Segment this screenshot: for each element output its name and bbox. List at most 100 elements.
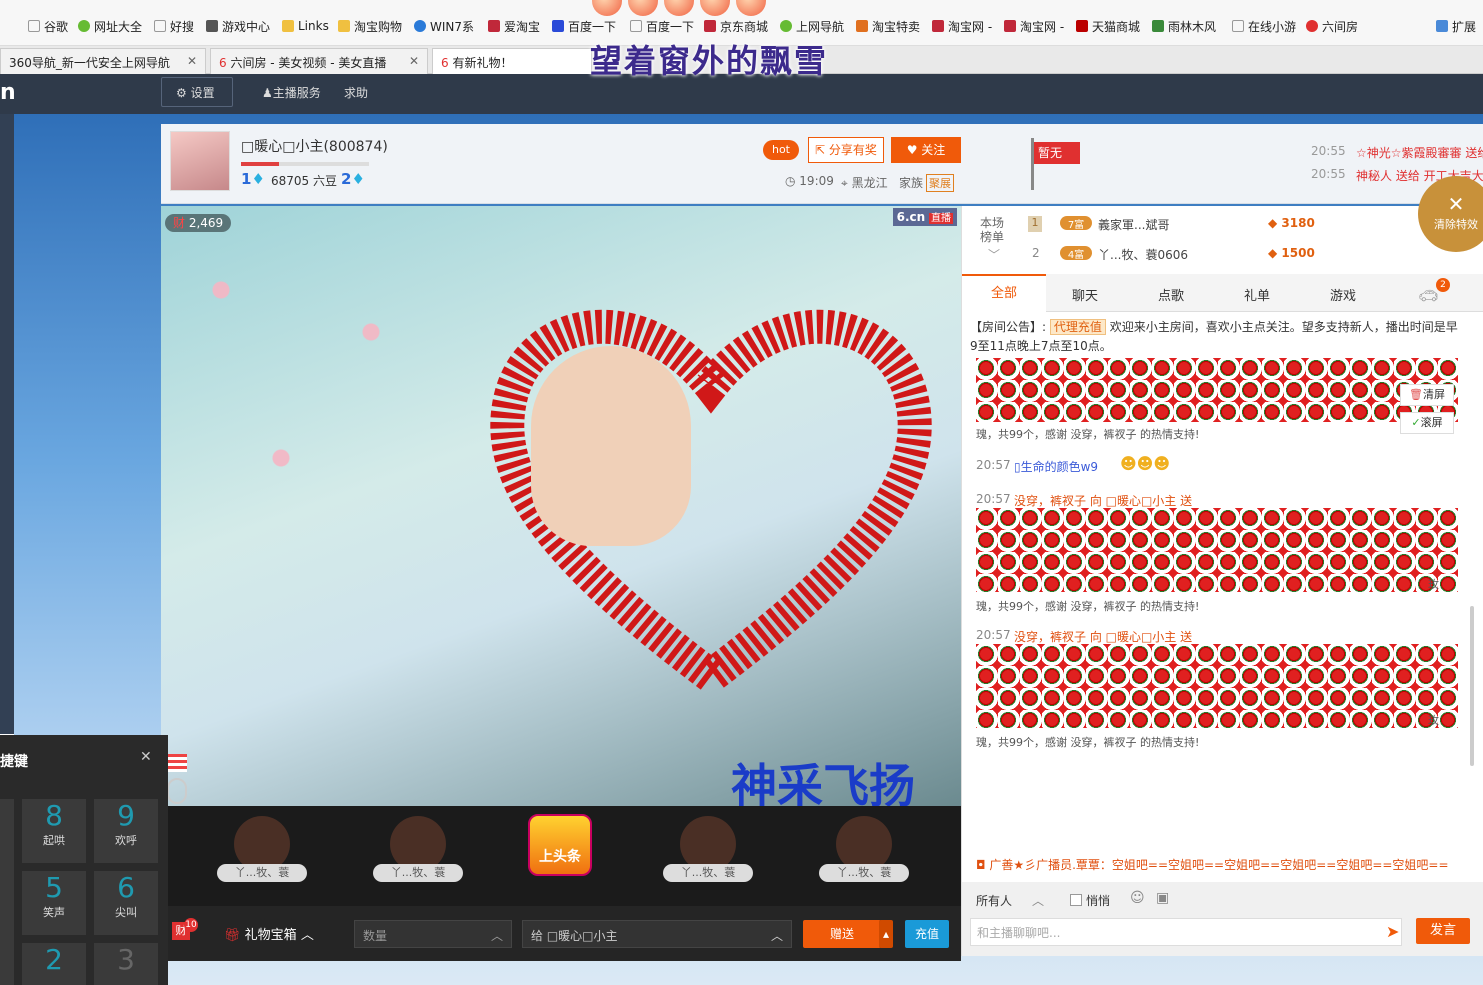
clear-effects-button[interactable]: ✕ 清除特效 [1418,176,1483,252]
bookmark-item[interactable]: 谷歌 [28,16,68,36]
recipient-select[interactable]: 给 □暖心□小主 ︿ [522,920,792,948]
bookmark-item[interactable]: 百度一下 [630,16,694,36]
bookmark-item[interactable]: 淘宝购物 [338,16,402,36]
bookmark-item[interactable]: 京东商城 [704,16,768,36]
jd-icon [704,20,716,32]
jd-icon [932,20,944,32]
anchor-name: □暖心□小主(800874) [241,139,388,155]
gift-item[interactable]: 丫...牧、蓑 [660,816,756,896]
bookmark-item[interactable]: 雨林木风 [1152,16,1216,36]
send-options-caret[interactable]: ▴ [879,920,893,948]
tab-songs[interactable]: 点歌 [1158,285,1184,304]
share-button[interactable]: ⇱ 分享有奖 [808,137,884,163]
tab-360[interactable]: 360导航_新一代安全上网导航 ✕ [0,48,206,74]
shortcut-key[interactable]: 8 起哄 [22,799,86,863]
chat-panel: 本场榜单 ﹀ 1 7富 義家軍...斌哥 ◆ 3180 2 4富 丫...牧、蓑… [961,176,1483,956]
chevron-up-icon: ︿ [490,929,503,943]
clock-info: ◷ 19:09 [785,174,834,188]
car-icon[interactable]: 🚗︎ [1418,286,1438,305]
bookmark-item[interactable]: 淘宝网 - [932,16,992,36]
gift-icon: 🎁︎ [224,928,241,943]
tab-chat[interactable]: 聊天 [1072,285,1098,304]
tree-icon [1152,20,1164,32]
bookmark-item[interactable]: 天猫商城 [1076,16,1140,36]
wealth-icon: 财 [173,216,189,230]
gift-item[interactable]: 丫...牧、蓑 [370,816,466,896]
bookmark-item[interactable]: 上网导航 [780,16,844,36]
page-icon [1232,20,1244,32]
clock-icon: ◷ [785,174,800,188]
jd-icon [1004,20,1016,32]
chat-user[interactable]: ▯生命的颜色w9 [1014,458,1098,475]
tab-gift-list[interactable]: 礼单 [1244,285,1270,304]
live-video[interactable]: 财 2,469 6.cn 直播 神采飞扬 [161,206,961,806]
gift-box-button[interactable]: 🎁︎ 礼物宝箱 ︿ [224,924,314,943]
wealth-badge: 4富 [1060,246,1092,261]
scroll-screen-button[interactable]: ✓滚屏 [1400,412,1454,434]
menu-icon[interactable] [167,754,187,772]
gift-item-headline[interactable]: 上头条 [524,814,596,896]
chevron-down-icon[interactable]: ﹀ [988,246,1000,263]
microphone-icon[interactable] [167,778,187,804]
brand-badge: 6.cn 直播 [892,208,957,226]
bookmark-item[interactable]: 淘宝网 - [1004,16,1064,36]
close-icon[interactable]: ✕ [140,749,152,765]
360-icon [78,20,90,32]
bookmark-item[interactable]: 六间房 [1306,16,1358,36]
pin-icon: ⌖ [841,176,852,190]
send-icon[interactable]: ➤ [1386,922,1399,941]
family-badge[interactable]: 聚展 [926,174,954,192]
send-gift-button[interactable]: 赠送 [803,920,881,948]
tab-games[interactable]: 游戏 [1330,285,1356,304]
agent-recharge-link[interactable]: 代理充值 [1049,319,1106,335]
extension-button[interactable]: 扩展 [1436,16,1476,36]
message-time: 20:57 [976,492,1011,506]
bookmark-item[interactable]: 淘宝特卖 [856,16,920,36]
close-icon[interactable]: ✕ [187,54,197,68]
bookmark-item[interactable]: 好搜 [154,16,194,36]
folder-icon [338,20,350,32]
bookmark-item[interactable]: 在线小游 [1232,16,1296,36]
close-icon[interactable]: ✕ [409,54,419,68]
shortcut-key[interactable]: 6 尖叫 [94,871,158,935]
site-logo: n [0,80,16,105]
bookmark-item[interactable]: 爱淘宝 [488,16,540,36]
left-edge-panel [0,114,14,734]
tab-6cn[interactable]: 6 六间房 - 美女视频 - 美女直播 ✕ [210,48,428,74]
settings-button[interactable]: ⚙ 设置 [161,77,233,107]
follow-button[interactable]: ♥ 关注 [891,137,961,163]
bookmark-item[interactable]: 百度一下 [552,16,616,36]
notice-time: 20:55 [1311,144,1346,158]
bookmark-item[interactable]: 游戏中心 [206,16,270,36]
gift-message: 没穿，裤衩子 向 □暖心□小主 送 [1014,494,1193,508]
quantity-input[interactable]: 数量 ︿ [354,920,512,948]
gift-item[interactable]: 丫...牧、蓑 [816,816,912,896]
bookmark-item[interactable]: 网址大全 [78,16,142,36]
tab-new-gift[interactable]: 6 有新礼物！ [432,48,592,74]
recipient-dropdown[interactable]: 所有人 ︿ [976,892,1044,909]
shortcut-key[interactable]: 9 欢呼 [94,799,158,863]
chat-input[interactable]: 和主播聊聊吧... [970,918,1402,946]
tab-all[interactable]: 全部 [962,274,1046,312]
location-info: ⌖ 黑龙江 [841,176,888,190]
help-link[interactable]: 求助 [344,84,368,101]
shortcut-key[interactable]: 2 [22,943,86,985]
bookmark-item[interactable]: Links [282,16,329,36]
image-icon[interactable]: ▣ [1156,890,1169,906]
taobao-icon [488,20,500,32]
avatar[interactable] [170,131,230,191]
chat-scrollbar[interactable] [1470,606,1474,766]
bookmark-item[interactable]: WIN7系 [414,16,474,36]
gift-item[interactable]: 丫...牧、蓑 [214,816,310,896]
whisper-checkbox[interactable] [1070,894,1082,906]
phone-icon: ▯ [1014,460,1021,474]
page-icon [28,20,40,32]
emoji-icon[interactable]: ☺ [1130,890,1145,906]
shortcut-key[interactable]: 3 [94,943,158,985]
shortcut-key[interactable]: 5 笑声 [22,871,86,935]
send-message-button[interactable]: 发言 [1416,918,1470,944]
anchor-service-link[interactable]: ♟主播服务 [262,84,321,101]
recharge-button[interactable]: 充值 [905,920,949,948]
diamond-icon: ♦ [251,170,265,188]
clear-screen-button[interactable]: 🗑︎清屏 [1400,384,1454,406]
